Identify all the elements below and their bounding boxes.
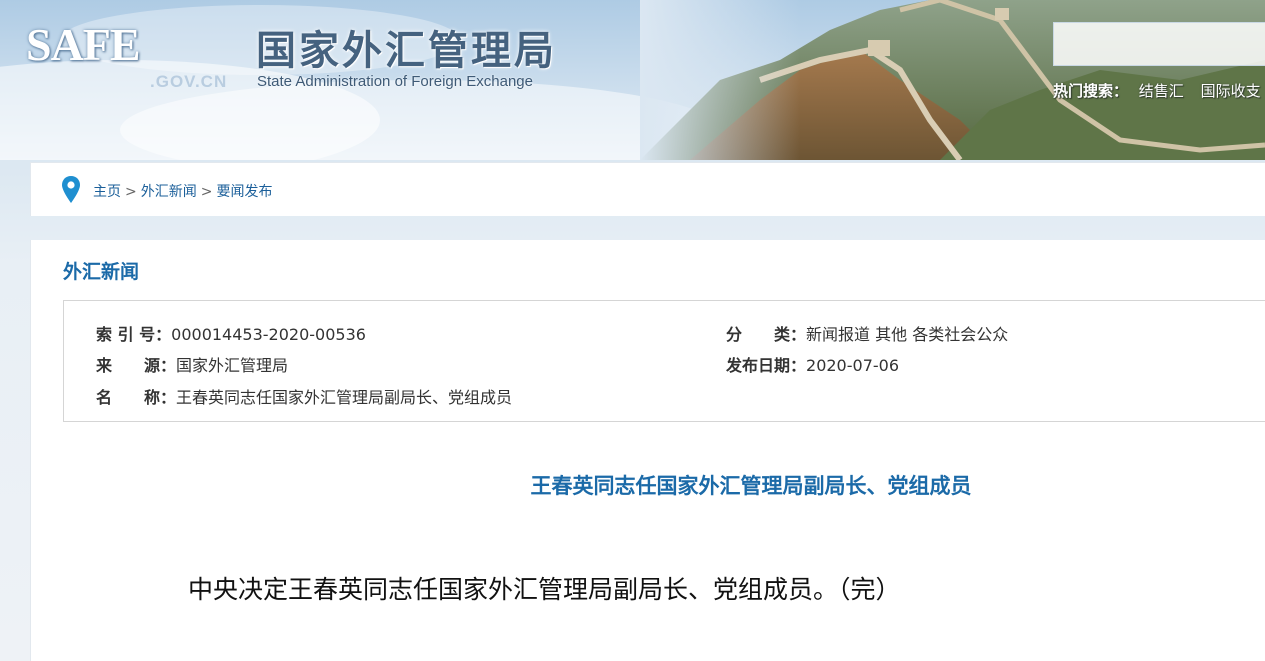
article-container: 外汇新闻 索 引 号：000014453-2020-00536 分 类：新闻报道… [30, 240, 1265, 661]
meta-index-value: 000014453-2020-00536 [171, 325, 366, 344]
section-title: 外汇新闻 [63, 261, 140, 283]
site-name-english: State Administration of Foreign Exchange [257, 73, 533, 90]
breadcrumb-headline-news[interactable]: 要闻发布 [216, 184, 272, 200]
breadcrumb-separator: > [125, 184, 137, 200]
article-metadata-box: 索 引 号：000014453-2020-00536 分 类：新闻报道 其他 各… [63, 300, 1265, 422]
breadcrumb: 主页 > 外汇新闻 > 要闻发布 [93, 181, 272, 201]
location-pin-icon [62, 176, 80, 203]
article-title: 王春英同志任国家外汇管理局副局长、党组成员 [530, 474, 972, 498]
breadcrumb-home[interactable]: 主页 [93, 184, 121, 200]
meta-index-row: 索 引 号：000014453-2020-00536 [96, 321, 366, 345]
breadcrumb-forex-news[interactable]: 外汇新闻 [141, 184, 197, 200]
meta-date-row: 发布日期：2020-07-06 [726, 352, 899, 376]
meta-source-value: 国家外汇管理局 [176, 356, 289, 375]
article-body: 中央决定王春英同志任国家外汇管理局副局长、党组成员。（完） [188, 575, 901, 604]
meta-name-value: 王春英同志任国家外汇管理局副局长、党组成员 [176, 388, 513, 407]
meta-name-label: 名 称： [96, 388, 177, 407]
hot-search-label: 热门搜索： [1053, 82, 1129, 100]
hot-search-link-guojishouzhi[interactable]: 国际收支 [1201, 82, 1261, 100]
hot-search: 热门搜索： 结售汇 国际收支 [1053, 80, 1265, 101]
site-logo[interactable]: SAFE [26, 18, 141, 71]
site-name-chinese[interactable]: 国家外汇管理局 [256, 18, 557, 76]
search-input[interactable] [1053, 22, 1265, 66]
meta-date-value: 2020-07-06 [806, 356, 899, 375]
meta-name-row: 名 称：王春英同志任国家外汇管理局副局长、党组成员 [96, 384, 512, 408]
breadcrumb-bar: 主页 > 外汇新闻 > 要闻发布 [30, 162, 1265, 216]
site-logo-domain: .GOV.CN [150, 72, 228, 91]
meta-source-row: 来 源：国家外汇管理局 [96, 352, 288, 376]
hot-search-link-jieshouhui[interactable]: 结售汇 [1139, 82, 1184, 100]
meta-index-label: 索 引 号： [96, 325, 172, 344]
meta-source-label: 来 源： [96, 356, 177, 375]
page: SAFE .GOV.CN 国家外汇管理局 State Administratio… [0, 0, 1265, 661]
meta-category-value: 新闻报道 其他 各类社会公众 [806, 325, 1009, 344]
breadcrumb-separator: > [200, 184, 213, 200]
meta-category-row: 分 类：新闻报道 其他 各类社会公众 [726, 321, 1008, 345]
meta-category-label: 分 类： [726, 325, 807, 344]
site-header-banner: SAFE .GOV.CN 国家外汇管理局 State Administratio… [0, 0, 1265, 160]
meta-date-label: 发布日期： [726, 356, 807, 375]
